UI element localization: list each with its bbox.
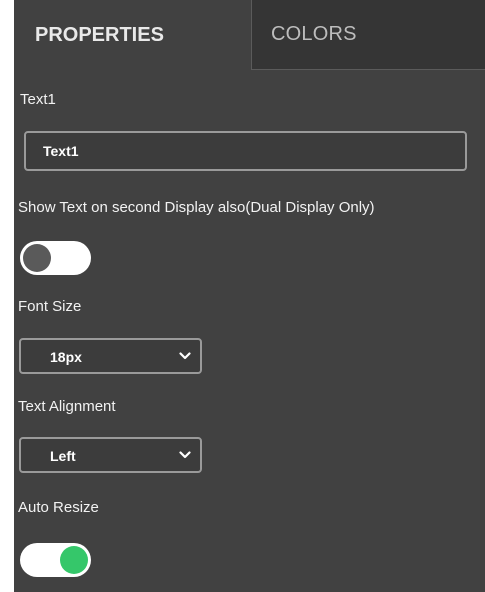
auto-resize-toggle[interactable] (20, 543, 91, 577)
chevron-down-icon (179, 352, 191, 360)
second-display-toggle[interactable] (20, 241, 91, 275)
text-alignment-label: Text Alignment (18, 398, 116, 415)
text-alignment-value: Left (50, 448, 76, 464)
tab-properties-label: PROPERTIES (35, 23, 164, 46)
font-size-select[interactable]: 18px (19, 338, 202, 374)
chevron-down-icon (179, 451, 191, 459)
tab-properties[interactable]: PROPERTIES (14, 0, 251, 70)
properties-panel: PROPERTIES COLORS Text1 Show Text on sec… (14, 0, 485, 592)
font-size-value: 18px (50, 349, 82, 365)
text-alignment-select[interactable]: Left (19, 437, 202, 473)
toggle-knob (60, 546, 88, 574)
auto-resize-label: Auto Resize (18, 499, 99, 516)
font-size-label: Font Size (18, 298, 82, 315)
tab-bar: PROPERTIES COLORS (14, 0, 485, 70)
tab-colors[interactable]: COLORS (251, 0, 485, 70)
toggle-knob (23, 244, 51, 272)
text-input[interactable] (24, 131, 467, 171)
text-field-label: Text1 (20, 91, 56, 108)
second-display-label: Show Text on second Display also(Dual Di… (18, 199, 375, 216)
tab-colors-label: COLORS (271, 23, 357, 45)
